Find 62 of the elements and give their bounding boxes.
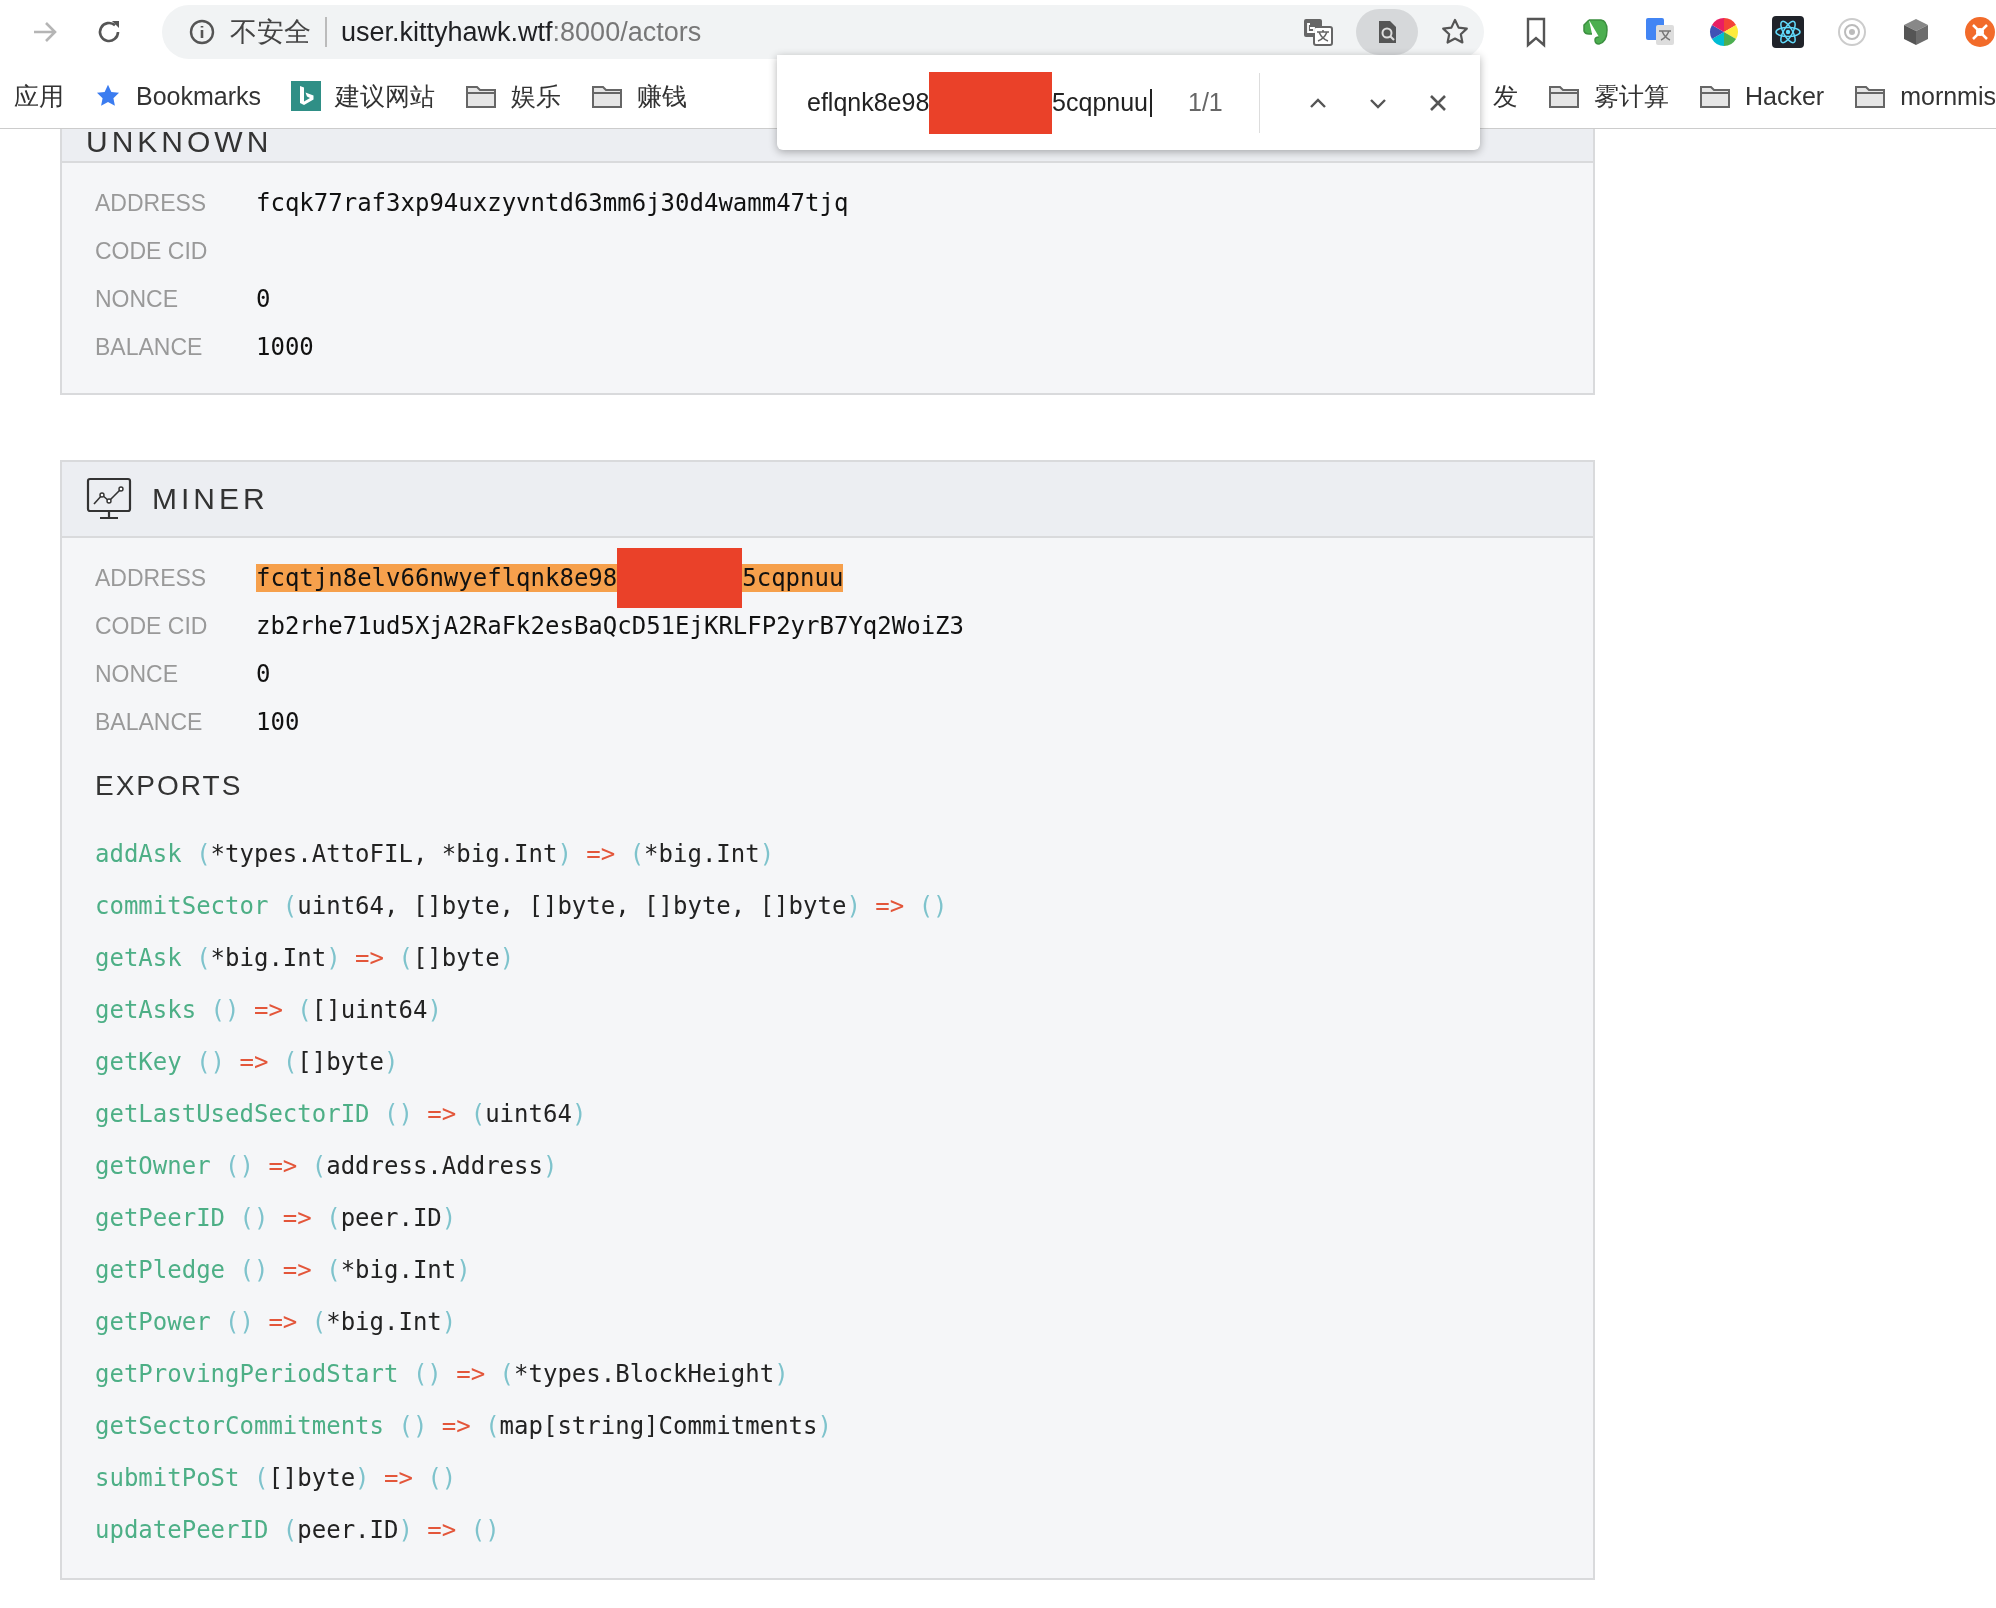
field-value: 100 [256, 708, 300, 736]
color-wheel-icon[interactable] [1708, 16, 1740, 48]
function-signature: getAsk (*big.Int) => ([]byte) [95, 943, 515, 974]
field-value: 0 [256, 660, 271, 688]
bookmark-item[interactable]: 赚钱 [591, 79, 688, 113]
function-signature: getAsks () => ([]uint64) [95, 995, 442, 1026]
field-label: NONCE [95, 285, 180, 313]
b-logo-icon [291, 81, 322, 111]
function-signature: commitSector (uint64, []byte, []byte, []byte, []byte) => () [95, 891, 948, 922]
bookmark-item[interactable]: Hacker [1698, 81, 1825, 111]
bookmark-item[interactable]: 应用 [14, 79, 64, 113]
function-signature: addAsk (*types.AttoFIL, *big.Int) => (*big.Int) [95, 839, 775, 870]
function-signature: getPeerID () => (peer.ID) [95, 1203, 457, 1234]
bookmark-item[interactable]: Bookmarks [94, 81, 262, 111]
function-signature: getProvingPeriodStart () => (*types.BlockHeight) [95, 1359, 789, 1390]
function-signature: updatePeerID (peer.ID) => () [95, 1515, 500, 1546]
field-label: ADDRESS [95, 189, 208, 217]
find-field[interactable]: eflqnk8e98 5cqpnuu [807, 71, 1152, 134]
star-icon[interactable] [1440, 17, 1470, 47]
bookmark-icon[interactable] [1524, 16, 1548, 48]
bookmark-item[interactable]: 娱乐 [465, 79, 562, 113]
field-value: 0 [256, 285, 271, 313]
function-signature: getKey () => ([]byte) [95, 1047, 399, 1078]
field-value: fcqtjn8elv66nwyeflqnk8e98 5cqpnuu [256, 548, 844, 608]
match-count: 1/1 [1188, 88, 1223, 117]
bookmark-item[interactable]: 建议网站 [291, 79, 436, 113]
folder-icon [1547, 83, 1580, 109]
field-label: CODE CID [95, 612, 209, 640]
monitor-chart-icon [86, 476, 132, 522]
section-title: EXPORTS [95, 770, 244, 802]
card-title: MINER [152, 482, 269, 516]
translate-icon[interactable] [1644, 16, 1676, 48]
function-signature: getSectorCommitments () => (map[string]Commitments) [95, 1411, 832, 1442]
function-signature: getOwner () => (address.Address) [95, 1151, 558, 1182]
function-signature: getPower () => (*big.Int) [95, 1307, 457, 1338]
field-label: BALANCE [95, 708, 204, 736]
folder-icon [591, 83, 624, 109]
bookmark-item[interactable]: mornmis [1854, 81, 1996, 111]
atom-icon[interactable] [1772, 16, 1804, 48]
field-label: CODE CID [95, 237, 209, 265]
field-value: zb2rhe71ud5XjA2RaFk2esBaQcD51EjKRLFP2yrB7Yq2WoiZ3 [256, 612, 964, 640]
bookmark-item[interactable]: 雾计算 [1547, 79, 1669, 113]
function-signature: getPledge () => (*big.Int) [95, 1255, 471, 1286]
function-signature: getLastUsedSectorID () => (uint64) [95, 1099, 587, 1130]
network-icon[interactable] [1964, 16, 1996, 48]
field-label: NONCE [95, 660, 180, 688]
security-label: 不安全 [230, 16, 311, 49]
field-value: fcqk77raf3xp94uxzyvntd63mm6j30d4wamm47tjq [256, 189, 849, 217]
field-label: ADDRESS [95, 564, 208, 592]
field-label: BALANCE [95, 333, 204, 361]
bookmark-item[interactable]: 发 [1492, 79, 1518, 113]
function-signature: submitPoSt ([]byte) => () [95, 1463, 457, 1494]
field-value: 1000 [256, 333, 314, 361]
url-text: user.kittyhawk.wtf:8000/actors [341, 16, 702, 48]
find-button[interactable] [1356, 9, 1418, 55]
info-icon[interactable] [188, 18, 216, 46]
folder-icon [465, 83, 498, 109]
card-title: UNKNOWN [86, 129, 273, 159]
address-bar[interactable]: 不安全 user.kittyhawk.wtf:8000/actors [162, 5, 1484, 59]
folder-icon [1698, 83, 1731, 109]
translate-icon[interactable] [1302, 16, 1334, 48]
folder-icon [1854, 83, 1887, 109]
